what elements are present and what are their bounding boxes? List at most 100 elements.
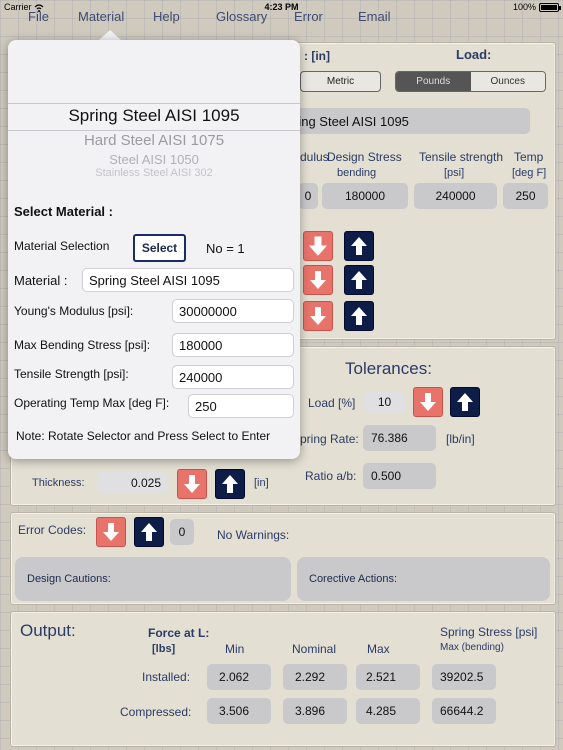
tensile-strength-field[interactable]: 240000 xyxy=(172,365,294,389)
arrow-down-icon xyxy=(184,475,200,493)
arrow-up-icon xyxy=(351,237,367,255)
compressed-max: 4.285 xyxy=(356,698,420,724)
error-codes-label: Error Codes: xyxy=(18,523,87,537)
arrow-up-icon xyxy=(351,307,367,325)
material-field[interactable]: Spring Steel AISI 1095 xyxy=(82,268,294,292)
operating-temp-label: Operating Temp Max [deg F]: xyxy=(14,396,170,410)
tensile-sub: [psi] xyxy=(444,167,465,179)
param2-increase-button[interactable] xyxy=(344,265,374,295)
picker-option[interactable]: Hard Steel AISI 1075 xyxy=(8,132,300,149)
param3-increase-button[interactable] xyxy=(344,301,374,331)
output-title: Output: xyxy=(20,621,76,640)
compressed-min: 3.506 xyxy=(207,698,271,724)
tolerance-load-label: Load [%] xyxy=(308,396,356,410)
arrow-up-icon xyxy=(351,271,367,289)
units-label: : [in] xyxy=(304,49,330,63)
menu-file[interactable]: File xyxy=(28,9,49,24)
tensile-strength-label: Tensile Strength [psi]: xyxy=(14,367,129,381)
modulus-value: 0 xyxy=(298,183,318,209)
menu-glossary[interactable]: Glossary xyxy=(216,9,267,24)
arrow-up-icon xyxy=(457,393,473,411)
spring-rate-label: pring Rate: xyxy=(300,432,359,446)
battery-percent: 100% xyxy=(512,2,536,12)
compressed-stress: 66644.2 xyxy=(432,698,496,724)
thickness-decrease-button[interactable] xyxy=(177,469,207,499)
installed-min: 2.062 xyxy=(207,664,271,690)
youngs-modulus-field[interactable]: 30000000 xyxy=(172,299,294,323)
material-label: Material : xyxy=(14,273,68,288)
col-max-label: Max xyxy=(367,642,390,656)
arrow-down-icon xyxy=(420,393,436,411)
row-installed-label: Installed: xyxy=(142,670,191,684)
arrow-down-icon xyxy=(310,271,326,289)
tolerance-load-decrease-button[interactable] xyxy=(413,387,443,417)
col-min-label: Min xyxy=(225,642,245,656)
tolerances-title: Tolerances: xyxy=(345,359,432,378)
arrow-down-icon xyxy=(103,523,119,541)
thickness-increase-button[interactable] xyxy=(215,469,245,499)
ratio-value: 0.500 xyxy=(363,463,436,489)
select-material-title: Select Material : xyxy=(14,204,113,219)
youngs-modulus-label: Young's Modulus [psi]: xyxy=(14,304,134,318)
picker-option[interactable]: Steel AISI 1050 xyxy=(8,152,300,167)
design-cautions-box: Design Cautions: xyxy=(15,557,291,601)
col-nominal-label: Nominal xyxy=(292,642,337,656)
installed-nominal: 2.292 xyxy=(283,664,347,690)
max-bending-label: Max Bending Stress [psi]: xyxy=(14,338,151,352)
temp-sub: [deg F] xyxy=(512,167,547,179)
menu-email[interactable]: Email xyxy=(358,9,391,24)
material-picker[interactable]: Spring Steel AISI 1095 Hard Steel AISI 1… xyxy=(8,40,300,190)
installed-max: 2.521 xyxy=(356,664,420,690)
tensile-label: Tensile strength xyxy=(419,150,504,164)
error-count: 0 xyxy=(170,519,194,545)
compressed-nominal: 3.896 xyxy=(283,698,347,724)
arrow-down-icon xyxy=(310,307,326,325)
battery-icon xyxy=(539,2,561,12)
load-ounces-option[interactable]: Ounces xyxy=(470,72,545,91)
units-metric-option[interactable]: Metric xyxy=(301,72,380,91)
temp-label: Temp xyxy=(514,150,544,164)
modulus-label: dulus xyxy=(300,150,329,164)
spring-rate-unit: [lb/in] xyxy=(446,432,475,446)
menu-material[interactable]: Material xyxy=(78,9,124,24)
picker-top-line xyxy=(8,103,300,104)
row-compressed-label: Compressed: xyxy=(120,705,192,719)
menu-help[interactable]: Help xyxy=(153,9,180,24)
material-banner: ring Steel AISI 1095 xyxy=(290,108,530,134)
operating-temp-field[interactable]: 250 xyxy=(188,394,294,418)
error-increase-button[interactable] xyxy=(134,517,164,547)
tolerance-load-value[interactable]: 10 xyxy=(364,391,405,413)
menu-error[interactable]: Error xyxy=(294,9,323,24)
design-stress-sub: bending xyxy=(337,167,377,179)
selection-number: No = 1 xyxy=(206,241,245,256)
design-stress-value: 180000 xyxy=(322,183,408,209)
load-units-segment[interactable]: Pounds Ounces xyxy=(395,71,546,92)
tolerance-load-increase-button[interactable] xyxy=(450,387,480,417)
warnings-label: No Warnings: xyxy=(217,528,290,542)
select-button[interactable]: Select xyxy=(133,234,186,262)
picker-bottom-line xyxy=(8,130,300,131)
temp-value: 250 xyxy=(503,183,548,209)
installed-stress: 39202.5 xyxy=(432,664,496,690)
popover-note: Note: Rotate Selector and Press Select t… xyxy=(16,429,271,443)
thickness-value[interactable]: 0.025 xyxy=(97,472,167,494)
param3-decrease-button[interactable] xyxy=(303,301,333,331)
tensile-value: 240000 xyxy=(414,183,497,209)
material-selection-label: Material Selection xyxy=(14,239,110,253)
error-decrease-button[interactable] xyxy=(96,517,126,547)
ratio-label: Ratio a/b: xyxy=(305,469,357,483)
battery-status: 100% xyxy=(512,2,561,12)
arrow-down-icon xyxy=(309,236,327,256)
thickness-label: Thickness: xyxy=(32,477,85,489)
thickness-unit: [in] xyxy=(254,477,269,489)
param2-decrease-button[interactable] xyxy=(303,265,333,295)
units-segment[interactable]: Metric xyxy=(300,71,381,92)
param1-decrease-button[interactable] xyxy=(303,231,333,261)
picker-option-selected[interactable]: Spring Steel AISI 1095 xyxy=(8,106,300,126)
arrow-up-icon xyxy=(222,475,238,493)
max-bending-field[interactable]: 180000 xyxy=(172,333,294,357)
load-pounds-option[interactable]: Pounds xyxy=(396,72,471,91)
picker-option[interactable]: Stainless Steel AISI 302 xyxy=(8,167,300,177)
arrow-up-icon xyxy=(141,523,157,541)
param1-increase-button[interactable] xyxy=(344,231,374,261)
